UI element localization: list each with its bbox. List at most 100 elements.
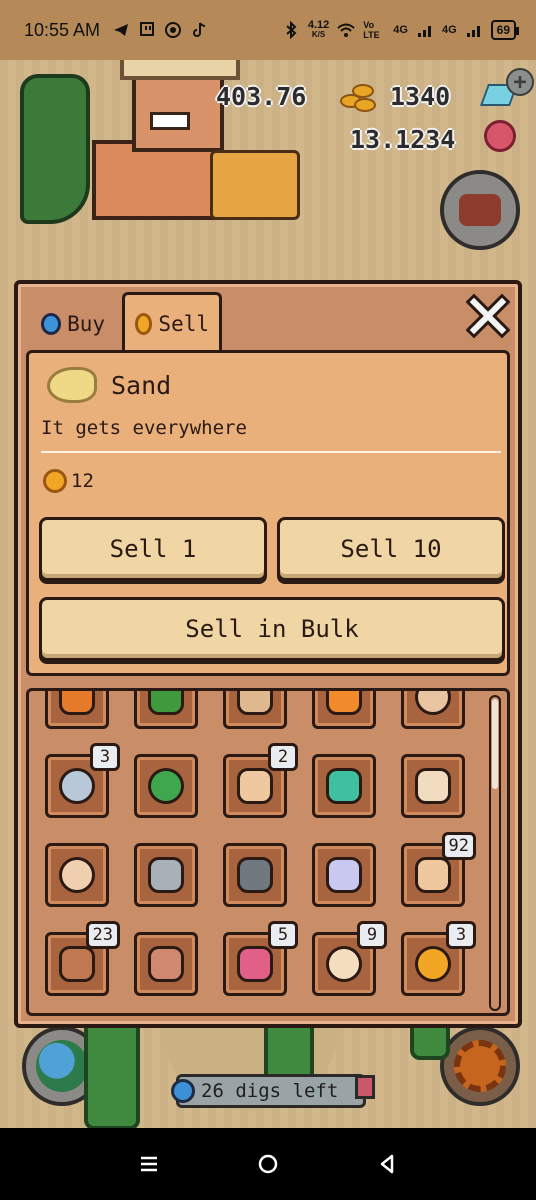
npc-merchant — [210, 150, 300, 220]
tab-buy-label: Buy — [67, 311, 105, 336]
pearl-icon — [326, 946, 362, 982]
tab-buy[interactable]: Buy — [28, 292, 118, 352]
tiktok-icon — [190, 21, 208, 39]
shop-tabs: Buy Sell — [28, 292, 222, 352]
net-speed-unit: K/S — [311, 30, 326, 39]
net-speed: 4.12 K/S — [308, 20, 329, 40]
divider — [41, 451, 501, 453]
inventory-slot[interactable]: 92 — [401, 832, 476, 907]
wifi-icon — [337, 21, 355, 39]
net-speed-value: 4.12 — [307, 19, 330, 31]
inventory-slot[interactable] — [312, 754, 376, 818]
inventory-slot[interactable] — [45, 843, 109, 907]
inventory-slot[interactable] — [312, 843, 376, 907]
desert-flower — [484, 120, 516, 152]
clay-pot-icon — [148, 946, 184, 982]
scrollbar-thumb[interactable] — [492, 699, 498, 789]
signal-icon — [416, 21, 434, 39]
home-icon — [258, 1154, 278, 1174]
inventory-slot[interactable] — [134, 843, 198, 907]
hud-value-2: 1340 — [390, 82, 451, 111]
coin-pile-icon — [415, 946, 451, 982]
grey-rock-icon — [148, 857, 184, 893]
player-character — [80, 60, 240, 220]
green-leaf-icon — [148, 691, 184, 715]
shell-icon — [237, 691, 273, 715]
pin-icon — [171, 1079, 195, 1103]
clam-icon — [237, 768, 273, 804]
twitch-icon — [138, 21, 156, 39]
settings-button[interactable] — [440, 1026, 520, 1106]
item-count-badge: 23 — [85, 921, 120, 949]
coin-stack-icon — [340, 80, 378, 114]
battery-level: 69 — [496, 23, 510, 37]
game-scene[interactable]: 403.76 1340 + 13.1234 26 digs left Buy S… — [0, 60, 536, 1128]
compass-icon — [59, 768, 95, 804]
game-icon — [164, 21, 182, 39]
inventory-slot[interactable] — [134, 691, 198, 729]
item-count-badge: 5 — [268, 921, 298, 949]
inventory-slot[interactable]: 3 — [401, 921, 476, 996]
back-icon — [380, 1154, 393, 1174]
ammonite-icon — [415, 857, 451, 893]
pin-icon — [41, 312, 62, 335]
inventory-slot[interactable] — [223, 843, 287, 907]
scarab-icon — [326, 768, 362, 804]
sell-bulk-button[interactable]: Sell in Bulk — [39, 597, 505, 661]
tab-sell-label: Sell — [158, 311, 209, 336]
item-count-badge: 2 — [268, 743, 298, 771]
inventory-slot[interactable] — [223, 691, 287, 729]
signal-icon-2 — [465, 21, 483, 39]
digs-left-label: 26 digs left — [201, 1080, 339, 1102]
status-bar: 10:55 AM 4.12 K/S Vo LTE 4G 4G 69 — [0, 0, 536, 60]
flag-icon — [355, 1075, 375, 1099]
bull-skull-icon — [415, 768, 451, 804]
add-currency-button[interactable]: + — [506, 68, 534, 96]
inventory-slot[interactable] — [401, 691, 465, 729]
status-right: 4.12 K/S Vo LTE 4G 4G 69 — [282, 20, 520, 40]
sell-10-button[interactable]: Sell 10 — [277, 517, 505, 581]
tab-sell[interactable]: Sell — [122, 292, 222, 352]
inventory-slot[interactable]: 3 — [45, 743, 120, 818]
close-button[interactable] — [466, 294, 510, 338]
item-header: Sand — [47, 367, 171, 403]
inventory-slot[interactable]: 23 — [45, 921, 120, 996]
sand-icon — [47, 367, 97, 403]
back-button[interactable] — [367, 1144, 407, 1184]
inventory-slot[interactable] — [134, 754, 198, 818]
bluetooth-icon — [282, 21, 300, 39]
status-left: 10:55 AM — [24, 20, 208, 41]
digs-left-indicator: 26 digs left — [171, 1074, 375, 1108]
inventory-slot[interactable]: 2 — [223, 743, 298, 818]
inventory-slot[interactable] — [45, 691, 109, 729]
inventory-slot[interactable] — [134, 932, 198, 996]
green-orb-icon — [148, 768, 184, 804]
sell-1-button[interactable]: Sell 1 — [39, 517, 267, 581]
recents-button[interactable] — [129, 1144, 169, 1184]
pink-flower-icon — [237, 946, 273, 982]
inventory-slot[interactable]: 5 — [223, 921, 298, 996]
inventory-slot[interactable]: 9 — [312, 921, 387, 996]
recents-icon — [141, 1156, 158, 1172]
inventory-slot[interactable] — [312, 691, 376, 729]
home-button[interactable] — [248, 1144, 288, 1184]
volte-label: Vo LTE — [363, 20, 380, 40]
chest-button[interactable] — [440, 170, 520, 250]
status-time: 10:55 AM — [24, 19, 101, 40]
chest-icon — [459, 194, 501, 226]
character-smile — [150, 112, 190, 130]
inventory-scrollbar[interactable] — [489, 695, 501, 1011]
inventory-slot[interactable] — [401, 754, 465, 818]
clay-tablet-icon — [59, 946, 95, 982]
gear-icon — [454, 1040, 506, 1092]
telegram-icon — [112, 21, 130, 39]
item-count-badge: 92 — [441, 832, 476, 860]
hud-value-3: 13.1234 — [350, 125, 456, 154]
item-price-value: 12 — [71, 470, 94, 492]
close-icon — [466, 294, 510, 338]
orange-gem-icon — [59, 691, 95, 715]
signal-2-label: 4G — [441, 24, 457, 36]
inventory-grid[interactable]: 3 2 92 23 5 9 3 — [26, 688, 510, 1016]
item-count-badge: 9 — [357, 921, 387, 949]
starfish-icon — [326, 691, 362, 715]
